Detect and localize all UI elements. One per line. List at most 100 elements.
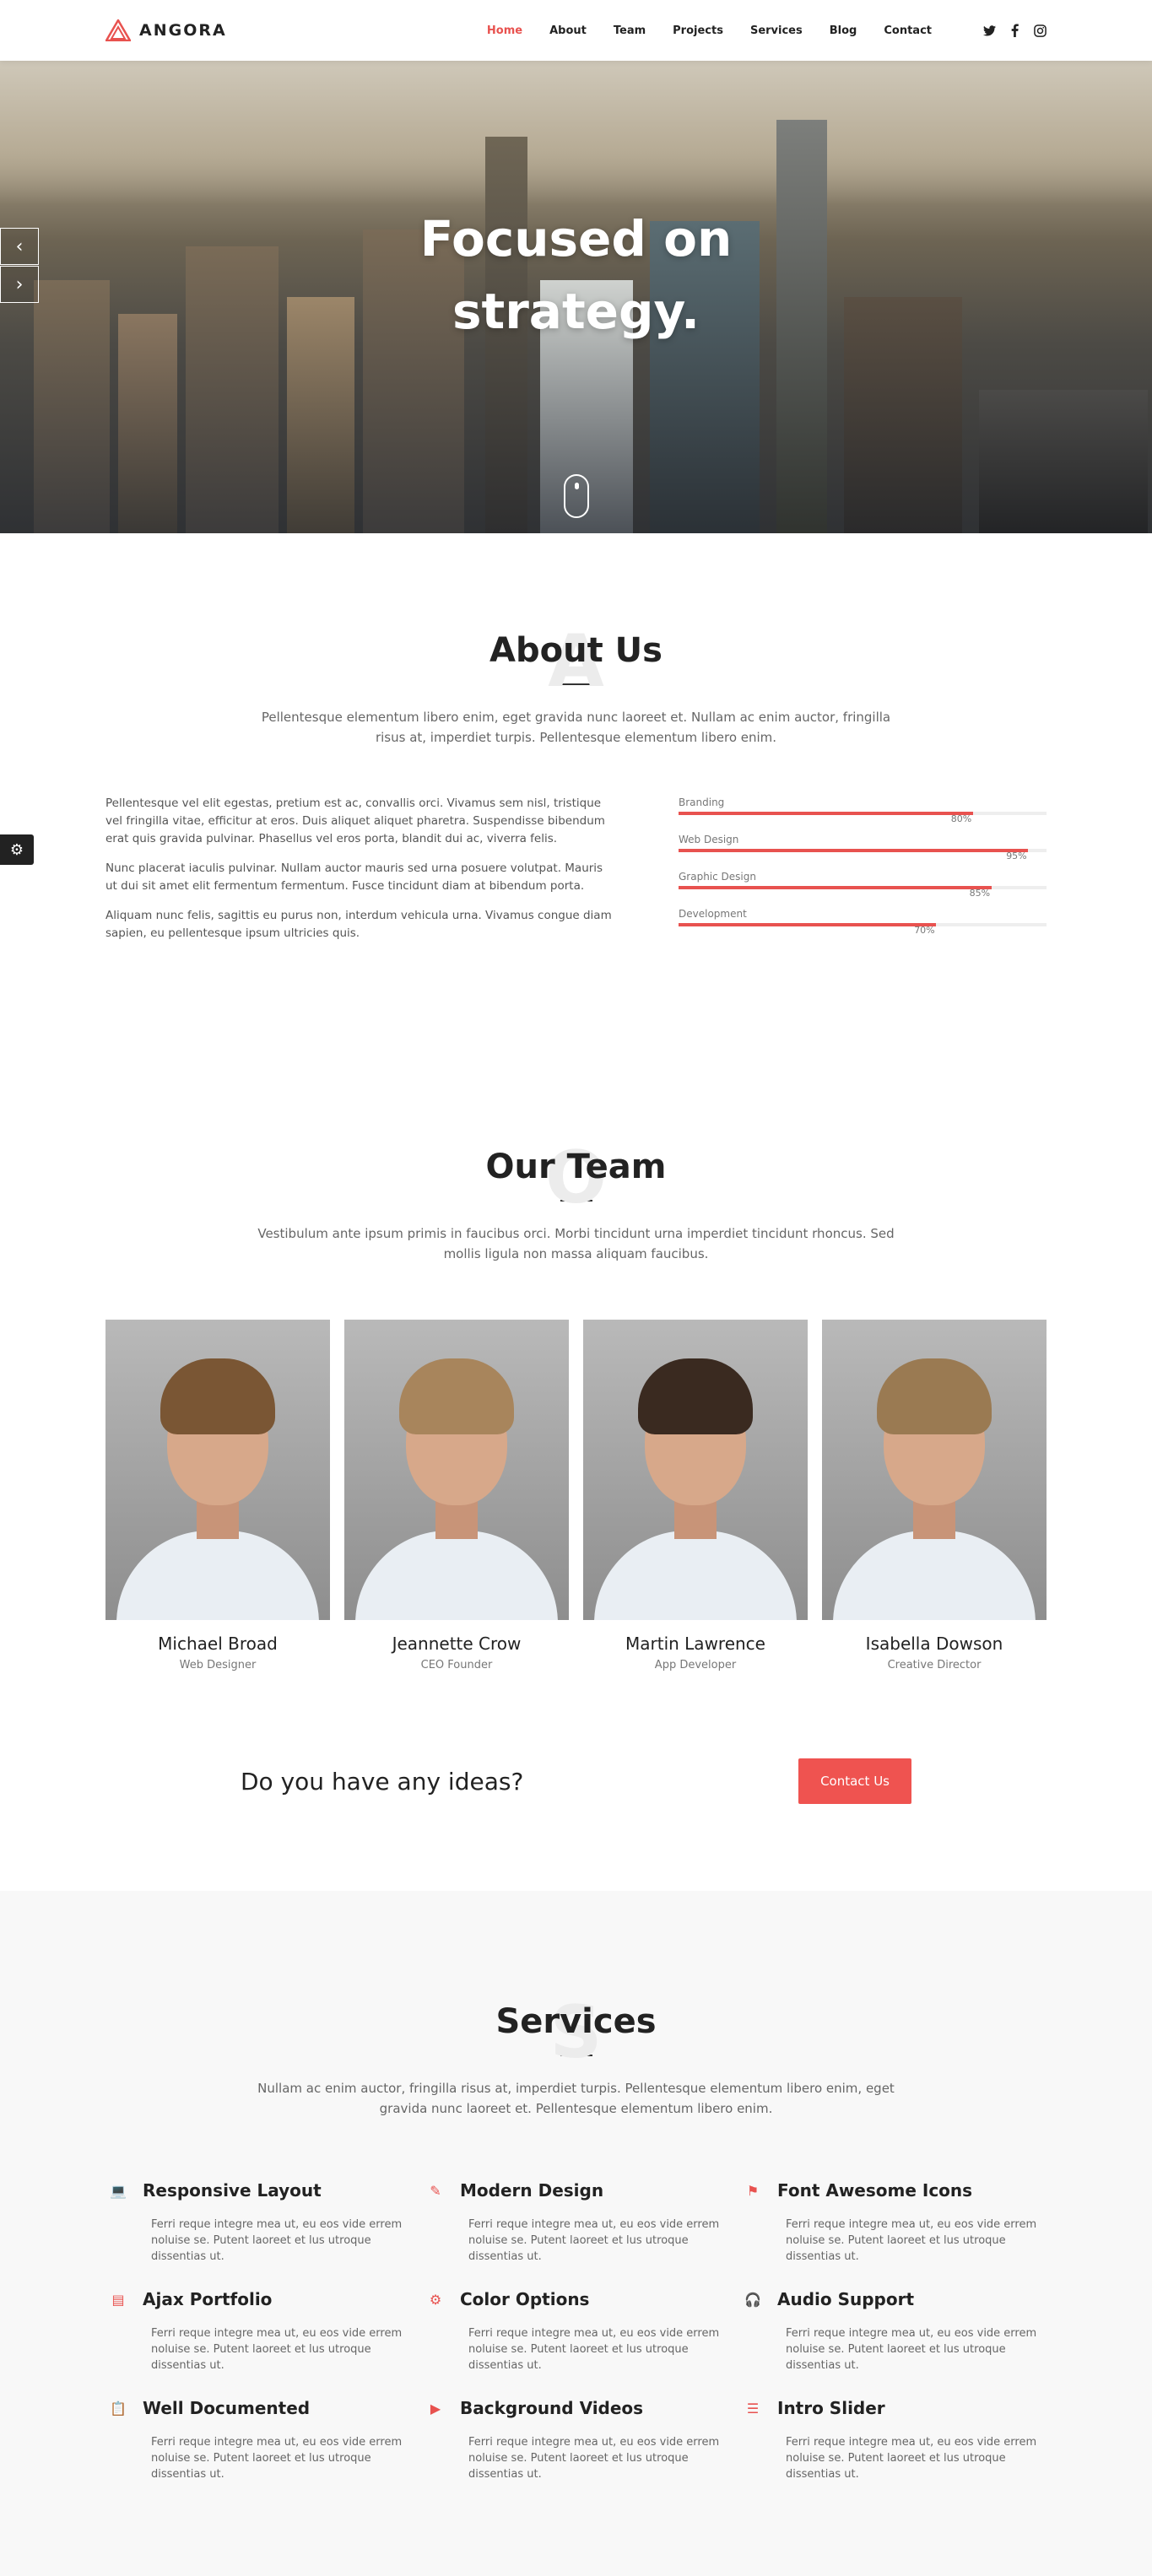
chevron-left-icon: ‹ xyxy=(15,235,24,257)
scroll-down-mouse-icon[interactable] xyxy=(564,474,589,518)
skill-item: Branding 80% xyxy=(679,797,1047,824)
about-paragraph: Pellentesque vel elit egestas, pretium e… xyxy=(105,797,605,845)
services-title: S Services xyxy=(105,1990,1047,2075)
skill-name: Development xyxy=(679,908,747,920)
skill-item: Web Design 95% xyxy=(679,834,1047,861)
skills-list: Branding 80% Web Design 95% Graphic Desi… xyxy=(679,795,1047,954)
team-member-card[interactable]: Isabella Dowson Creative Director xyxy=(822,1320,1047,1671)
team-member-name: Jeannette Crow xyxy=(392,1634,522,1654)
team-member-photo xyxy=(105,1320,330,1620)
skill-bar-fill xyxy=(679,849,1029,852)
team-member-role: App Developer xyxy=(654,1659,737,1671)
skill-bar-fill xyxy=(679,886,992,889)
skill-percent: 85% xyxy=(969,888,991,899)
brand-name: ANGORA xyxy=(139,21,227,40)
service-title: Responsive Layout xyxy=(143,2180,322,2201)
skill-percent: 95% xyxy=(1006,851,1027,861)
service-title: Ajax Portfolio xyxy=(143,2289,273,2309)
services-subtitle: Nullam ac enim auctor, fringilla risus a… xyxy=(257,2081,895,2116)
about-paragraph: Nunc placerat iaculis pulvinar. Nullam a… xyxy=(105,861,603,893)
service-description: Ferri reque integre mea ut, eu eos vide … xyxy=(468,2436,720,2481)
team-title-text: Our Team xyxy=(485,1148,667,1186)
flag-icon: ⚑ xyxy=(746,2182,760,2199)
nav-blog[interactable]: Blog xyxy=(816,24,871,37)
about-section: A About Us Pellentesque elementum libero… xyxy=(0,533,1152,1040)
service-description: Ferri reque integre mea ut, eu eos vide … xyxy=(151,2327,403,2372)
service-item: ▶ Background Videos Ferri reque integre … xyxy=(423,2395,740,2482)
contact-us-button[interactable]: Contact Us xyxy=(798,1758,911,1804)
chevron-right-icon: › xyxy=(15,273,24,295)
service-title: Color Options xyxy=(460,2289,590,2309)
facebook-icon[interactable] xyxy=(1008,24,1021,37)
headset-icon: 🎧 xyxy=(744,2291,761,2308)
service-item: 🎧 Audio Support Ferri reque integre mea … xyxy=(740,2287,1047,2373)
nav-services[interactable]: Services xyxy=(737,24,816,37)
design-tools-icon: ✎ xyxy=(430,2182,441,2199)
skill-name: Branding xyxy=(679,797,725,808)
team-member-card[interactable]: Jeannette Crow CEO Founder xyxy=(344,1320,569,1671)
team-member-name: Martin Lawrence xyxy=(625,1634,765,1654)
nav-team[interactable]: Team xyxy=(600,24,659,37)
cta-question: Do you have any ideas? xyxy=(241,1767,524,1796)
nav-contact[interactable]: Contact xyxy=(870,24,945,37)
service-description: Ferri reque integre mea ut, eu eos vide … xyxy=(786,2218,1037,2263)
logo-icon xyxy=(105,19,131,41)
service-item: ⚙ Color Options Ferri reque integre mea … xyxy=(423,2287,740,2373)
nav-about[interactable]: About xyxy=(536,24,600,37)
social-links xyxy=(982,24,1047,37)
service-item: 💻 Responsive Layout Ferri reque integre … xyxy=(105,2178,423,2265)
services-grid: 💻 Responsive Layout Ferri reque integre … xyxy=(105,2178,1047,2482)
skill-item: Development 70% xyxy=(679,908,1047,936)
service-title: Audio Support xyxy=(777,2289,915,2309)
skill-percent: 80% xyxy=(950,813,972,824)
sliders-icon: ☰ xyxy=(746,2400,760,2417)
service-item: ✎ Modern Design Ferri reque integre mea … xyxy=(423,2178,740,2265)
team-member-photo xyxy=(583,1320,808,1620)
team-member-role: Creative Director xyxy=(887,1659,982,1671)
skill-name: Graphic Design xyxy=(679,871,756,883)
service-description: Ferri reque integre mea ut, eu eos vide … xyxy=(151,2436,403,2481)
team-member-card[interactable]: Michael Broad Web Designer xyxy=(105,1320,330,1671)
team-section: O Our Team Vestibulum ante ipsum primis … xyxy=(0,1040,1152,1806)
hero-line-1: Focused on xyxy=(419,210,733,267)
service-description: Ferri reque integre mea ut, eu eos vide … xyxy=(468,2218,720,2263)
clipboard-icon: 📋 xyxy=(110,2400,127,2417)
id-card-icon: ▤ xyxy=(111,2291,125,2308)
team-grid: Michael Broad Web Designer Jeannette Cro… xyxy=(105,1320,1047,1671)
team-member-role: Web Designer xyxy=(179,1659,257,1671)
service-title: Modern Design xyxy=(460,2180,604,2201)
instagram-icon[interactable] xyxy=(1033,24,1047,37)
team-member-photo xyxy=(344,1320,569,1620)
nav-home[interactable]: Home xyxy=(473,24,536,37)
service-description: Ferri reque integre mea ut, eu eos vide … xyxy=(151,2218,403,2263)
service-item: 📋 Well Documented Ferri reque integre me… xyxy=(105,2395,423,2482)
service-title: Background Videos xyxy=(460,2398,644,2418)
gears-icon: ⚙ xyxy=(9,840,24,859)
skill-bar-fill xyxy=(679,812,973,815)
team-member-card[interactable]: Martin Lawrence App Developer xyxy=(583,1320,808,1671)
slider-next-button[interactable]: › xyxy=(0,266,39,303)
skill-bar-track: 95% xyxy=(679,849,1047,861)
services-section: S Services Nullam ac enim auctor, fringi… xyxy=(0,1891,1152,2576)
services-title-text: Services xyxy=(495,2002,657,2041)
team-member-photo xyxy=(822,1320,1047,1620)
skill-bar-track: 70% xyxy=(679,923,1047,936)
team-member-role: CEO Founder xyxy=(420,1659,493,1671)
hero-building xyxy=(979,390,1148,533)
team-subtitle: Vestibulum ante ipsum primis in faucibus… xyxy=(257,1226,895,1261)
about-text: Pellentesque vel elit egestas, pretium e… xyxy=(105,795,612,954)
main-nav: Home About Team Projects Services Blog C… xyxy=(473,24,945,37)
service-item: ⚑ Font Awesome Icons Ferri reque integre… xyxy=(740,2178,1047,2265)
service-title: Font Awesome Icons xyxy=(777,2180,973,2201)
service-description: Ferri reque integre mea ut, eu eos vide … xyxy=(468,2327,720,2372)
hero-headline: Focused on strategy. xyxy=(0,203,1152,348)
settings-panel-toggle[interactable]: ⚙ xyxy=(0,834,34,865)
nav-projects[interactable]: Projects xyxy=(659,24,737,37)
twitter-icon[interactable] xyxy=(982,24,996,37)
slider-prev-button[interactable]: ‹ xyxy=(0,228,39,265)
logo[interactable]: ANGORA xyxy=(105,19,227,41)
skill-item: Graphic Design 85% xyxy=(679,871,1047,899)
hero-slider: Focused on strategy. ‹ › xyxy=(0,61,1152,533)
hero-line-2: strategy. xyxy=(452,283,700,340)
service-item: ▤ Ajax Portfolio Ferri reque integre mea… xyxy=(105,2287,423,2373)
